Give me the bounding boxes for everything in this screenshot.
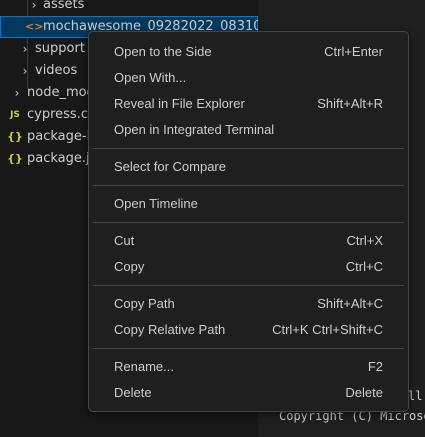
tree-item-label: support xyxy=(35,41,85,56)
menu-item-open-to-side[interactable]: Open to the Side Ctrl+Enter xyxy=(93,39,404,65)
menu-item-copy-relative-path[interactable]: Copy Relative Path Ctrl+K Ctrl+Shift+C xyxy=(93,317,404,343)
menu-item-label: Copy xyxy=(114,259,145,274)
menu-item-delete[interactable]: Delete Delete xyxy=(93,380,404,406)
menu-item-copy-path[interactable]: Copy Path Shift+Alt+C xyxy=(93,291,404,317)
menu-item-label: Rename... xyxy=(114,359,174,374)
menu-item-label: Reveal in File Explorer xyxy=(114,96,245,111)
menu-item-label: Copy Relative Path xyxy=(114,322,226,337)
menu-separator xyxy=(93,185,404,186)
menu-item-reveal-in-file-explorer[interactable]: Reveal in File Explorer Shift+Alt+R xyxy=(93,91,404,117)
tree-item-label: videos xyxy=(35,63,78,78)
menu-item-label: Open to the Side xyxy=(114,44,212,59)
menu-item-copy[interactable]: Copy Ctrl+C xyxy=(93,254,404,280)
menu-item-open-timeline[interactable]: Open Timeline xyxy=(93,191,404,217)
menu-item-label: Select for Compare xyxy=(114,159,226,174)
menu-item-cut[interactable]: Cut Ctrl+X xyxy=(93,228,404,254)
tree-item-label: assets xyxy=(43,0,85,12)
menu-separator xyxy=(93,285,404,286)
menu-item-shortcut: Shift+Alt+C xyxy=(317,296,383,311)
menu-item-select-for-compare[interactable]: Select for Compare xyxy=(93,154,404,180)
menu-separator xyxy=(93,348,404,349)
menu-item-label: Open in Integrated Terminal xyxy=(114,122,275,137)
menu-item-open-in-integrated-terminal[interactable]: Open in Integrated Terminal xyxy=(93,117,404,143)
chevron-right-icon: › xyxy=(14,86,20,100)
tree-item-label: node_mod xyxy=(27,85,95,100)
menu-item-open-with[interactable]: Open With... xyxy=(93,65,404,91)
menu-item-shortcut: Ctrl+C xyxy=(345,259,383,274)
tree-item-label: cypress.co xyxy=(27,107,96,122)
menu-item-label: Delete xyxy=(114,385,152,400)
menu-separator xyxy=(93,148,404,149)
menu-item-label: Open With... xyxy=(114,70,187,85)
html-file-icon: <> xyxy=(25,20,44,33)
menu-item-label: Open Timeline xyxy=(114,196,198,211)
json-file-icon: {} xyxy=(7,130,23,143)
menu-item-shortcut: Shift+Alt+R xyxy=(317,96,383,111)
tree-item-label: package.js xyxy=(27,151,97,166)
menu-item-shortcut: Ctrl+X xyxy=(346,233,383,248)
tree-item-assets[interactable]: › assets xyxy=(0,0,258,16)
chevron-right-icon: › xyxy=(31,0,37,12)
menu-item-shortcut: F2 xyxy=(367,359,383,374)
menu-item-shortcut: Delete xyxy=(345,385,383,400)
menu-item-shortcut: Ctrl+Enter xyxy=(324,44,383,59)
chevron-right-icon: › xyxy=(22,64,28,78)
json-file-icon: {} xyxy=(7,152,23,165)
menu-item-label: Cut xyxy=(114,233,135,248)
context-menu: Open to the Side Ctrl+Enter Open With...… xyxy=(88,31,409,412)
menu-item-rename[interactable]: Rename... F2 xyxy=(93,354,404,380)
terminal-line: ll xyxy=(408,389,423,403)
menu-separator xyxy=(93,222,404,223)
chevron-right-icon: › xyxy=(22,42,28,56)
menu-item-label: Copy Path xyxy=(114,296,175,311)
vscode-window: › assets <> mochawesome_09282022_083100.… xyxy=(0,0,425,437)
menu-item-shortcut: Ctrl+K Ctrl+Shift+C xyxy=(272,322,383,337)
js-file-icon: JS xyxy=(10,110,20,120)
